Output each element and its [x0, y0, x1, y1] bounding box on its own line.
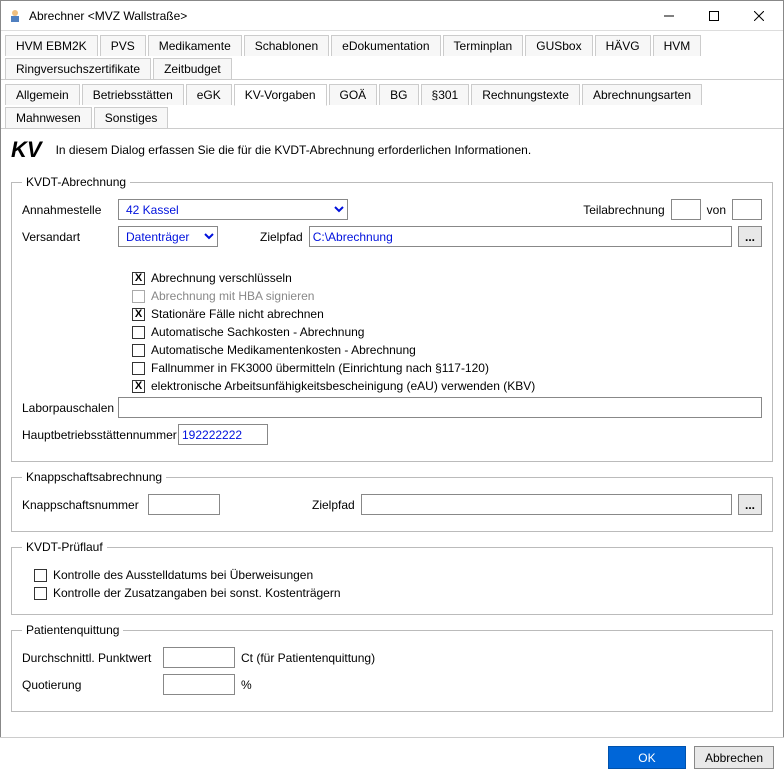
prueflauf-legend: KVDT-Prüflauf [22, 540, 107, 554]
checkbox-label: Stationäre Fälle nicht abrechnen [151, 307, 324, 321]
bottom-bar: OK Abbrechen [0, 737, 784, 777]
tabs-row-1: HVM EBM2KPVSMedikamenteSchabloneneDokume… [1, 31, 783, 80]
tab-pvs[interactable]: PVS [100, 35, 146, 56]
kvdt-group: KVDT-Abrechnung Annahmestelle 42 Kassel … [11, 175, 773, 462]
checkbox-row: Abrechnung mit HBA signieren [132, 289, 762, 303]
haupt-input[interactable] [178, 424, 268, 445]
checkbox[interactable] [132, 344, 145, 357]
tab-rechnungstexte[interactable]: Rechnungstexte [471, 84, 580, 105]
tab-abrechnungsarten[interactable]: Abrechnungsarten [582, 84, 702, 105]
punkt-suffix: Ct (für Patientenquittung) [241, 651, 375, 665]
von-input[interactable] [732, 199, 762, 220]
close-button[interactable] [736, 2, 781, 30]
checkbox-row: Xelektronische Arbeitsunfähigkeitsbesche… [132, 379, 762, 393]
checkbox-row: X Stationäre Fälle nicht abrechnen [132, 307, 762, 321]
checkbox-label: elektronische Arbeitsunfähigkeitsbeschei… [151, 379, 535, 393]
app-icon [7, 8, 23, 24]
teil-label: Teilabrechnung [583, 203, 664, 217]
tab-zeitbudget[interactable]: Zeitbudget [153, 58, 232, 79]
titlebar: Abrechner <MVZ Wallstraße> [1, 1, 783, 31]
quot-label: Quotierung [22, 678, 157, 692]
punkt-label: Durchschnittl. Punktwert [22, 651, 157, 665]
tab-ringversuchszertifikate[interactable]: Ringversuchszertifikate [5, 58, 151, 79]
checkbox-label: Abrechnung verschlüsseln [151, 271, 292, 285]
kvdt-legend: KVDT-Abrechnung [22, 175, 130, 189]
knapp-nr-input[interactable] [148, 494, 220, 515]
checkbox[interactable] [132, 362, 145, 375]
tab-sonstiges[interactable]: Sonstiges [94, 107, 169, 128]
von-label: von [707, 203, 726, 217]
content-area: KV In diesem Dialog erfassen Sie die für… [1, 129, 783, 728]
knapp-group: Knappschaftsabrechnung Knappschaftsnumme… [11, 470, 773, 532]
zielpfad-browse-button[interactable]: ... [738, 226, 762, 247]
checkbox-label: Kontrolle der Zusatzangaben bei sonst. K… [53, 586, 341, 600]
versand-select[interactable]: Datenträger [118, 226, 218, 247]
checkbox-row: Kontrolle der Zusatzangaben bei sonst. K… [34, 586, 762, 600]
annahme-select[interactable]: 42 Kassel [118, 199, 348, 220]
checkbox-label: Fallnummer in FK3000 übermitteln (Einric… [151, 361, 489, 375]
tab-hvm-ebm2k[interactable]: HVM EBM2K [5, 35, 98, 56]
ok-button[interactable]: OK [608, 746, 686, 769]
checkbox-row: Kontrolle des Ausstelldatums bei Überwei… [34, 568, 762, 582]
checkbox-row: Automatische Sachkosten - Abrechnung [132, 325, 762, 339]
tab-medikamente[interactable]: Medikamente [148, 35, 242, 56]
tab-allgemein[interactable]: Allgemein [5, 84, 80, 105]
quittung-legend: Patientenquittung [22, 623, 123, 637]
checkbox-row: X Abrechnung verschlüsseln [132, 271, 762, 285]
quot-input[interactable] [163, 674, 235, 695]
knapp-zielpfad-input[interactable] [361, 494, 732, 515]
maximize-button[interactable] [691, 2, 736, 30]
quot-suffix: % [241, 678, 252, 692]
knapp-browse-button[interactable]: ... [738, 494, 762, 515]
versand-label: Versandart [22, 230, 112, 244]
tab--301[interactable]: §301 [421, 84, 470, 105]
knapp-nr-label: Knappschaftsnummer [22, 498, 142, 512]
cancel-button[interactable]: Abbrechen [694, 746, 774, 769]
checkbox[interactable]: X [132, 380, 145, 393]
checkbox[interactable] [132, 326, 145, 339]
knapp-legend: Knappschaftsabrechnung [22, 470, 166, 484]
tab-mahnwesen[interactable]: Mahnwesen [5, 107, 92, 128]
prueflauf-group: KVDT-Prüflauf Kontrolle des Ausstelldatu… [11, 540, 773, 615]
checkbox[interactable] [34, 569, 47, 582]
tab-betriebsst-tten[interactable]: Betriebsstätten [82, 84, 184, 105]
minimize-button[interactable] [646, 2, 691, 30]
tab-hvm[interactable]: HVM [653, 35, 702, 56]
checkbox[interactable] [34, 587, 47, 600]
checkbox-label: Kontrolle des Ausstelldatums bei Überwei… [53, 568, 313, 582]
checkbox [132, 290, 145, 303]
kv-description: In diesem Dialog erfassen Sie die für di… [56, 143, 532, 157]
punkt-input[interactable] [163, 647, 235, 668]
knapp-zielpfad-label: Zielpfad [312, 498, 355, 512]
checkbox-row: Fallnummer in FK3000 übermitteln (Einric… [132, 361, 762, 375]
kv-header: KV In diesem Dialog erfassen Sie die für… [11, 137, 773, 163]
tab-gusbox[interactable]: GUSbox [525, 35, 592, 56]
teil-input[interactable] [671, 199, 701, 220]
checkbox-label: Abrechnung mit HBA signieren [151, 289, 314, 303]
tab-kv-vorgaben[interactable]: KV-Vorgaben [234, 84, 327, 106]
tab-schablonen[interactable]: Schablonen [244, 35, 329, 56]
tab-egk[interactable]: eGK [186, 84, 232, 105]
annahme-label: Annahmestelle [22, 203, 112, 217]
kv-logo: KV [11, 137, 42, 163]
labor-label: Laborpauschalen [22, 401, 112, 415]
tab-edokumentation[interactable]: eDokumentation [331, 35, 440, 56]
tab-bg[interactable]: BG [379, 84, 418, 105]
tabs-row-2: AllgemeinBetriebsstätteneGKKV-VorgabenGO… [1, 80, 783, 129]
checkbox[interactable]: X [132, 272, 145, 285]
tab-go-[interactable]: GOÄ [329, 84, 378, 105]
checkbox[interactable]: X [132, 308, 145, 321]
zielpfad-label: Zielpfad [260, 230, 303, 244]
checkbox-label: Automatische Sachkosten - Abrechnung [151, 325, 364, 339]
haupt-label: Hauptbetriebsstättennummer [22, 428, 172, 442]
quittung-group: Patientenquittung Durchschnittl. Punktwe… [11, 623, 773, 712]
tab-h-vg[interactable]: HÄVG [595, 35, 651, 56]
checkbox-row: Automatische Medikamentenkosten - Abrech… [132, 343, 762, 357]
window-title: Abrechner <MVZ Wallstraße> [29, 9, 646, 23]
checkbox-label: Automatische Medikamentenkosten - Abrech… [151, 343, 416, 357]
tab-terminplan[interactable]: Terminplan [443, 35, 524, 56]
zielpfad-input[interactable] [309, 226, 732, 247]
labor-input[interactable] [118, 397, 762, 418]
